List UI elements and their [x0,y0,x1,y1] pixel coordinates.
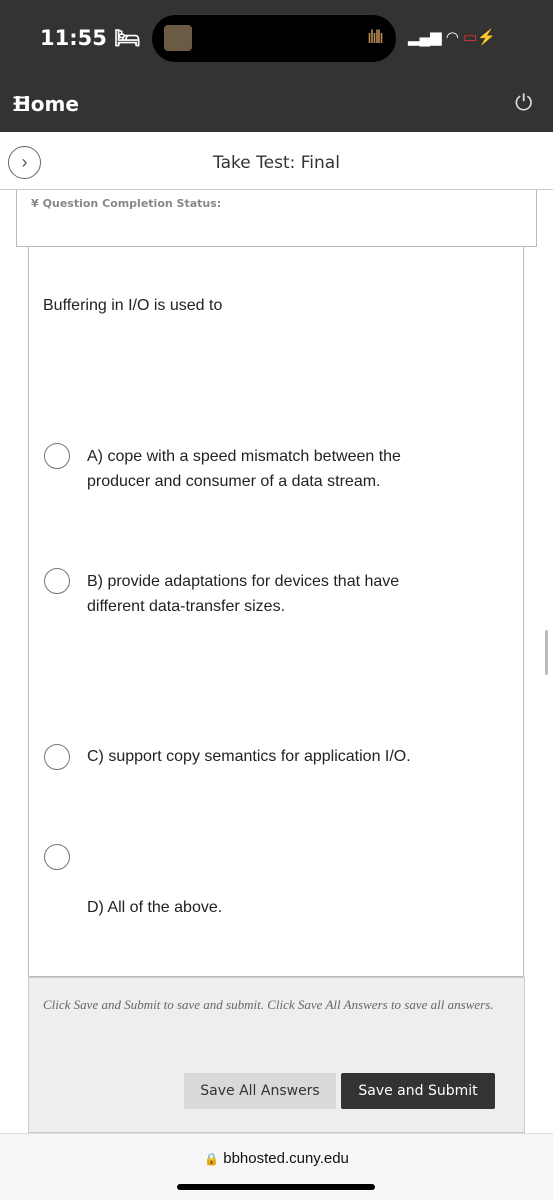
home-menu-button[interactable]: ☰ Home [12,92,79,116]
lock-icon: 🔒 [204,1152,220,1166]
double-chevron-down-icon: ¥ [31,197,39,210]
save-all-answers-button[interactable]: Save All Answers [184,1073,336,1109]
radio-option-b[interactable] [44,568,70,594]
hamburger-icon: ☰ [12,92,30,116]
bed-icon: 🛏 [114,26,141,50]
wifi-icon: ◠ [445,29,459,46]
url-display[interactable]: 🔒 bbhosted.cuny.edu [0,1150,553,1167]
home-indicator[interactable] [177,1184,375,1190]
radio-option-a[interactable] [44,443,70,469]
dynamic-island: ılıllı [152,15,396,62]
battery-charging-icon: ▭⚡ [463,29,496,46]
question-box: Buffering in I/O is used to A) cope with… [28,247,524,977]
page-title: Take Test: Final [213,153,340,173]
power-icon[interactable]: ⏻ [515,90,532,116]
status-icons: ▂▄▆ ◠ ▭⚡ [408,28,496,46]
option-d-label[interactable]: D) All of the above. [87,895,222,920]
submit-footer: Click Save and Submit to save and submit… [28,977,525,1133]
option-c-label[interactable]: C) support copy semantics for applicatio… [87,744,507,769]
option-b-label[interactable]: B) provide adaptations for devices that … [87,569,437,619]
scrollbar[interactable] [545,630,548,675]
option-a-label[interactable]: A) cope with a speed mismatch between th… [87,444,447,494]
media-thumbnail [164,25,192,51]
top-bar: 11:55 🛏 ılıllı ▂▄▆ ◠ ▭⚡ ☰ Home ⏻ [0,0,553,132]
audio-wave-icon: ılıllı [367,27,384,47]
radio-option-c[interactable] [44,744,70,770]
question-text: Buffering in I/O is used to [43,297,223,314]
completion-status-toggle[interactable]: ¥ Question Completion Status: [31,192,225,212]
browser-url-bar[interactable]: 🔒 bbhosted.cuny.edu [0,1133,553,1200]
status-time: 11:55 🛏 [40,26,141,50]
instructions-note: Click Save and Submit to save and submit… [43,997,494,1012]
radio-option-d[interactable] [44,844,70,870]
signal-icon: ▂▄▆ [408,29,442,46]
question-completion-status[interactable]: ¥ Question Completion Status: [16,190,537,247]
save-and-submit-button[interactable]: Save and Submit [341,1073,495,1109]
